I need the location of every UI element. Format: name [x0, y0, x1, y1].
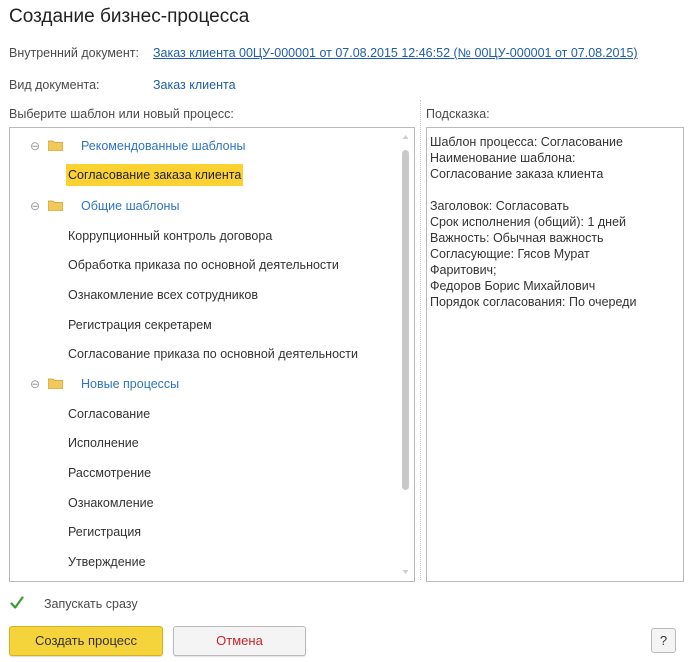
scroll-up-icon[interactable]: [402, 134, 409, 140]
hint-line: Шаблон процесса: Согласование: [430, 135, 623, 149]
tree-group-label: Общие шаблоны: [81, 199, 180, 213]
hint-line: [430, 182, 683, 198]
collapse-icon[interactable]: ⊖: [30, 195, 42, 217]
hint-line: Наименование шаблона:: [430, 151, 576, 165]
tree-scrollbar[interactable]: [401, 134, 410, 575]
tree-item[interactable]: Коррупционный контроль договора: [66, 225, 274, 247]
start-now-checkbox[interactable]: [10, 596, 24, 610]
tree-item[interactable]: Согласование: [66, 403, 152, 425]
tree-item[interactable]: Регистрация: [66, 521, 143, 543]
scroll-thumb[interactable]: [402, 150, 409, 490]
tree-group-label: Рекомендованные шаблоны: [81, 139, 246, 153]
tree-label: Выберите шаблон или новый процесс:: [9, 107, 234, 121]
collapse-icon[interactable]: ⊖: [30, 373, 42, 395]
collapse-icon[interactable]: ⊖: [30, 135, 42, 157]
tree-item[interactable]: Регистрация секретарем: [66, 314, 214, 336]
folder-icon: [48, 378, 63, 389]
hint-line: Заголовок: Согласовать: [430, 199, 569, 213]
hint-line: Согласование заказа клиента: [430, 167, 604, 181]
hint-panel: Шаблон процесса: Согласование Наименован…: [426, 127, 684, 582]
hint-line: Фаритович;: [430, 263, 497, 277]
doc-type-label: Вид документа:: [9, 78, 100, 92]
hint-line: Срок исполнения (общий): 1 дней: [430, 215, 627, 229]
tree-item[interactable]: Исполнение: [66, 432, 141, 454]
folder-icon: [48, 140, 63, 151]
help-button[interactable]: ?: [651, 628, 676, 653]
window-title: Создание бизнес-процесса: [9, 6, 250, 27]
start-now-label[interactable]: Запускать сразу: [44, 597, 138, 611]
hint-line: Федоров Борис Михайлович: [430, 279, 596, 293]
tree-item[interactable]: Ознакомление: [66, 492, 156, 514]
tree-item[interactable]: Обработка приказа по основной деятельнос…: [66, 254, 341, 276]
internal-doc-label: Внутренний документ:: [9, 46, 139, 60]
tree-item[interactable]: Ознакомление всех сотрудников: [66, 284, 260, 306]
hint-line: Порядок согласования: По очереди: [430, 295, 637, 309]
tree-group-label: Новые процессы: [81, 377, 180, 391]
tree-item[interactable]: Утверждение: [66, 551, 148, 573]
tree-item-selected[interactable]: Согласование заказа клиента: [66, 164, 244, 186]
folder-icon: [48, 200, 63, 211]
create-process-button[interactable]: Создать процесс: [9, 626, 163, 656]
tree-group-recommended[interactable]: ⊖ Рекомендованные шаблоны: [10, 135, 390, 157]
hint-label: Подсказка:: [426, 107, 490, 121]
template-tree[interactable]: ⊖ Рекомендованные шаблоны Согласование з…: [9, 127, 415, 582]
panel-splitter[interactable]: [420, 100, 421, 580]
tree-group-common[interactable]: ⊖ Общие шаблоны: [10, 195, 390, 217]
hint-line: Согласующие: Гясов Мурат: [430, 247, 590, 261]
cancel-button[interactable]: Отмена: [173, 626, 306, 656]
tree-group-new[interactable]: ⊖ Новые процессы: [10, 373, 390, 395]
doc-type-link[interactable]: Заказ клиента: [153, 78, 236, 92]
scroll-down-icon[interactable]: [402, 569, 409, 575]
hint-line: Важность: Обычная важность: [430, 231, 604, 245]
tree-item[interactable]: Рассмотрение: [66, 462, 153, 484]
internal-doc-link[interactable]: Заказ клиента 00ЦУ-000001 от 07.08.2015 …: [153, 46, 638, 60]
tree-item[interactable]: Согласование приказа по основной деятель…: [66, 343, 360, 365]
